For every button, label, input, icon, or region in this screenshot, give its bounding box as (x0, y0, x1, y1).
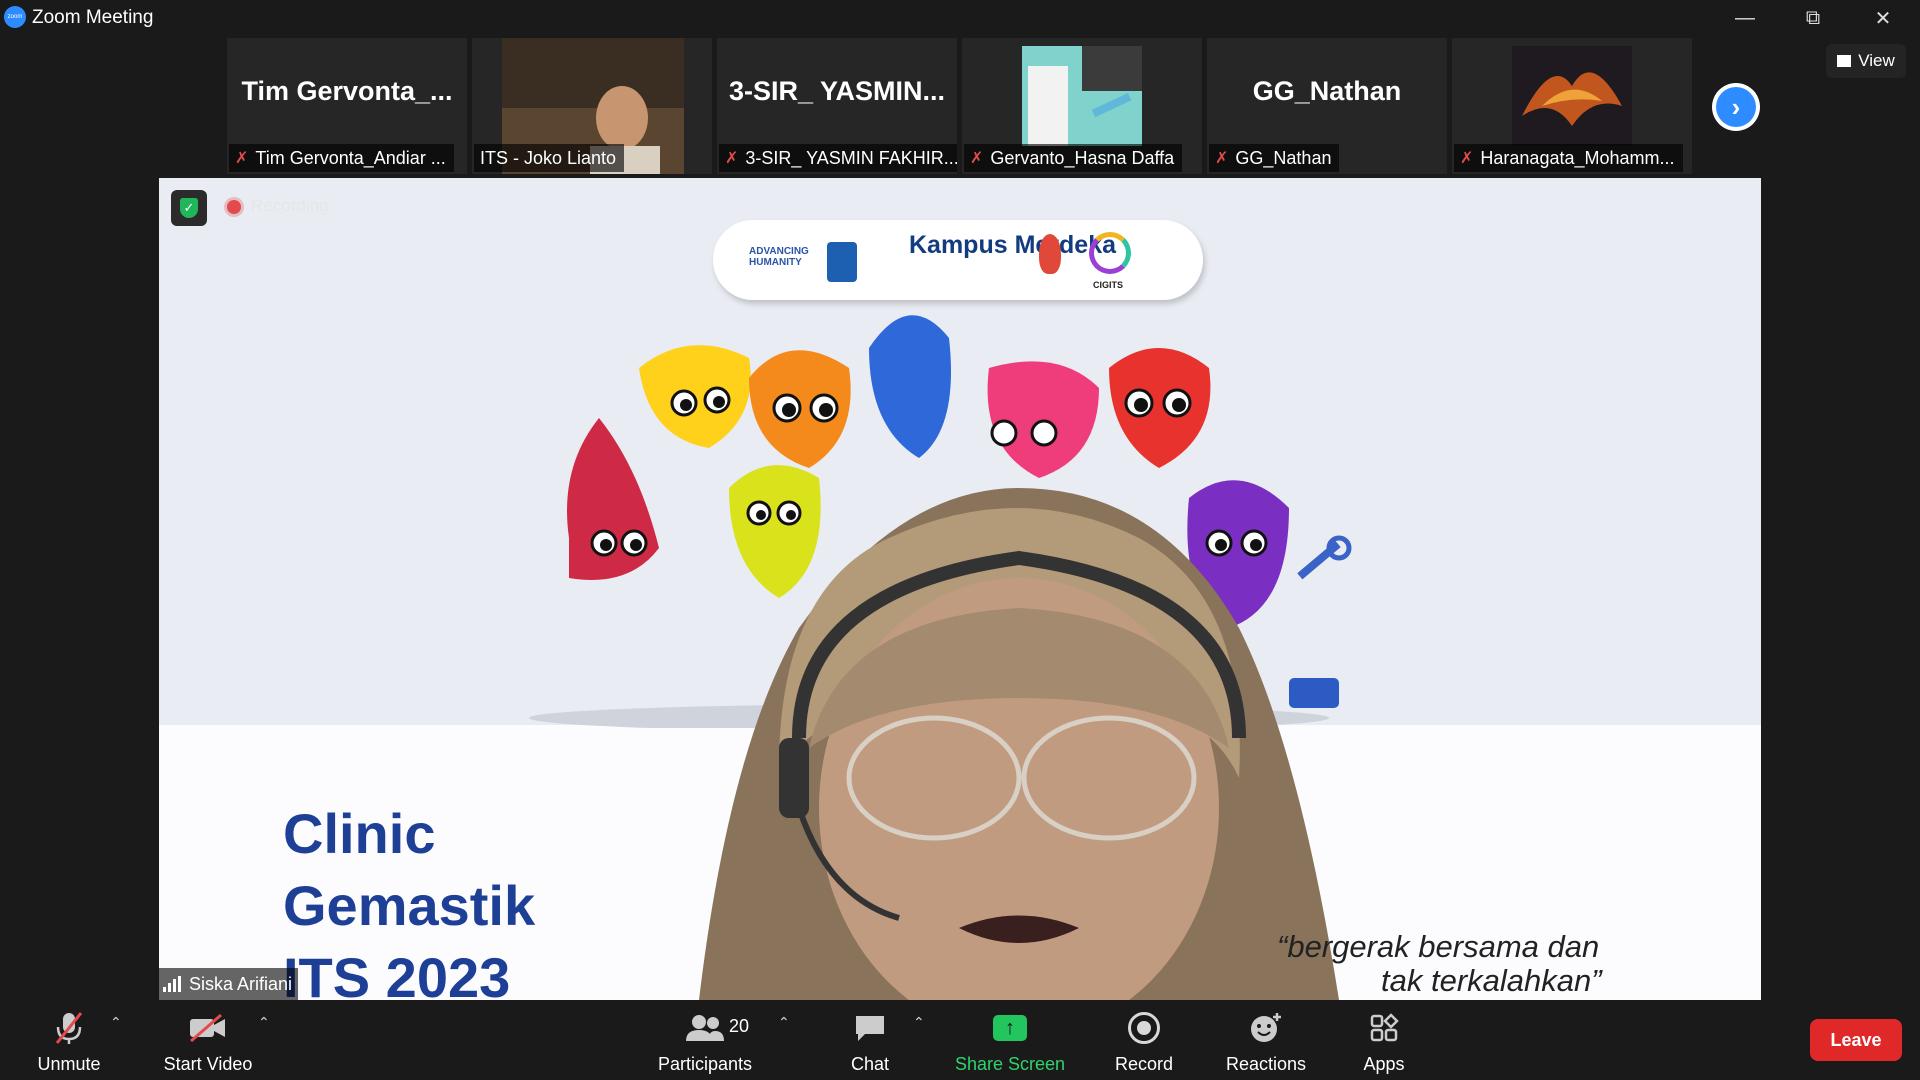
participant-name-label: ✗ Haranagata_Mohamm... (1454, 144, 1683, 172)
quote-line: tak terkalahkan” (1381, 963, 1602, 998)
participant-display-name: Tim Gervonta_... (241, 76, 453, 106)
signal-strength-icon (163, 976, 181, 992)
share-screen-label: Share Screen (954, 1054, 1066, 1074)
slide-title-line: ITS 2023 (283, 946, 511, 1000)
close-button[interactable]: ✕ (1848, 0, 1918, 36)
slide-title-line: Gemastik (283, 874, 536, 937)
participant-name-label: ITS - Joko Lianto (474, 144, 625, 172)
participant-name: 3-SIR_ YASMIN FAKHIR... (745, 147, 957, 168)
cigits-logo-icon (1089, 232, 1131, 274)
mic-muted-icon: ✗ (725, 150, 739, 167)
slide-title-line: Clinic (283, 802, 436, 865)
apps-icon (1369, 1008, 1399, 1048)
chat-icon (853, 1008, 887, 1048)
participant-display-name: GG_Nathan (1252, 76, 1402, 106)
participant-name: GG_Nathan (1235, 147, 1332, 168)
its-logo-icon (827, 242, 857, 282)
participant-name-label: ✗ 3-SIR_ YASMIN FAKHIR... (719, 144, 957, 172)
view-label: View (1858, 51, 1895, 70)
chat-label: Chat (850, 1054, 890, 1074)
sponsor-logos: ADVANCING HUMANITY Kampus Merdeka CIGITS (713, 220, 1203, 300)
mic-muted-icon: ✗ (1215, 150, 1229, 167)
slide-quote: “bergerak bersama dan tak terkalahkan” (1277, 930, 1602, 998)
chat-button[interactable]: Chat (840, 1008, 900, 1075)
title-bar: zoom Zoom Meeting — ⧉ ✕ (0, 0, 1920, 36)
mic-muted-icon: ✗ (1460, 150, 1474, 167)
active-speaker-label: Siska Arifiani (159, 968, 299, 1000)
unmute-button[interactable]: Unmute (28, 1008, 110, 1075)
security-shield-icon[interactable]: ✓ (171, 190, 207, 226)
speaker-video (699, 488, 1339, 1000)
record-icon (1128, 1008, 1160, 1048)
chat-options-caret-icon[interactable]: ⌃ (913, 1014, 925, 1031)
mic-muted-icon: ✗ (970, 150, 984, 167)
record-button[interactable]: Record (1108, 1008, 1180, 1075)
participant-name: ITS - Joko Lianto (480, 147, 617, 168)
participants-label: Participants (657, 1054, 753, 1074)
window-title: Zoom Meeting (32, 7, 154, 28)
participant-name: Gervanto_Hasna Daffa (990, 147, 1175, 168)
start-video-button[interactable]: Start Video (158, 1008, 258, 1075)
leave-button[interactable]: Leave (1810, 1019, 1902, 1061)
participant-name: Haranagata_Mohamm... (1480, 147, 1675, 168)
share-screen-icon: ↑ (993, 1008, 1027, 1048)
participants-icon (685, 1008, 725, 1048)
recording-indicator-icon (227, 200, 241, 214)
view-button[interactable]: View (1826, 44, 1906, 78)
meeting-toolbar: Unmute ⌃ Start Video ⌃ Participants 20 ⌃… (0, 1000, 1920, 1080)
apps-label: Apps (1363, 1054, 1405, 1074)
participant-avatar-image (1022, 46, 1142, 146)
participants-options-caret-icon[interactable]: ⌃ (778, 1014, 790, 1031)
kampus-merdeka-logo: Kampus Merdeka (909, 231, 1117, 259)
participant-display-name: 3-SIR_ YASMIN... (728, 76, 946, 106)
participants-count: 20 (729, 1016, 750, 1036)
unmute-label: Unmute (37, 1054, 101, 1074)
record-label: Record (1114, 1054, 1174, 1074)
participant-tile[interactable]: Tim Gervonta_... ✗ Tim Gervonta_Andiar .… (227, 38, 467, 174)
mic-muted-icon: ✗ (235, 150, 249, 167)
reactions-icon (1249, 1008, 1283, 1048)
chevron-right-icon: › (1716, 87, 1756, 127)
quote-line: “bergerak bersama dan (1277, 929, 1600, 964)
shared-content-view: ✓ Recording ADVANCING HUMANITY Kampus Me… (159, 178, 1761, 1000)
share-screen-button[interactable]: ↑ Share Screen (952, 1008, 1068, 1075)
participant-avatar-image (1512, 46, 1632, 146)
zoom-logo-icon: zoom (4, 6, 26, 28)
mic-muted-icon (54, 1008, 84, 1048)
participant-tile[interactable]: ITS - Joko Lianto (472, 38, 712, 174)
participant-name: Tim Gervonta_Andiar ... (255, 147, 446, 168)
audio-options-caret-icon[interactable]: ⌃ (110, 1014, 122, 1031)
start-video-label: Start Video (163, 1054, 253, 1074)
video-off-icon (188, 1008, 228, 1048)
reactions-label: Reactions (1225, 1054, 1307, 1074)
participant-tile[interactable]: GG_Nathan ✗ GG_Nathan (1207, 38, 1447, 174)
video-options-caret-icon[interactable]: ⌃ (258, 1014, 270, 1031)
slide-title: Clinic Gemastik ITS 2023 (283, 798, 535, 1000)
advancing-humanity-logo: ADVANCING HUMANITY (749, 246, 809, 268)
flame-logo-icon (1039, 234, 1061, 274)
next-page-button[interactable]: › (1712, 83, 1760, 131)
participant-name-label: ✗ GG_Nathan (1209, 144, 1340, 172)
grid-icon (1837, 55, 1852, 67)
cigits-label: CIGITS (1093, 280, 1124, 290)
recording-label: Recording (251, 196, 329, 215)
reactions-button[interactable]: Reactions (1220, 1008, 1312, 1075)
participant-tile[interactable]: ✗ Gervanto_Hasna Daffa (962, 38, 1202, 174)
apps-button[interactable]: Apps (1356, 1008, 1412, 1075)
participant-tile[interactable]: 3-SIR_ YASMIN... ✗ 3-SIR_ YASMIN FAKHIR.… (717, 38, 957, 174)
participant-name-label: ✗ Gervanto_Hasna Daffa (964, 144, 1183, 172)
participant-tile[interactable]: ✗ Haranagata_Mohamm... (1452, 38, 1692, 174)
minimize-button[interactable]: — (1710, 0, 1780, 36)
restore-button[interactable]: ⧉ (1778, 0, 1848, 36)
participant-name-label: ✗ Tim Gervonta_Andiar ... (229, 144, 454, 172)
active-speaker-name: Siska Arifiani (189, 973, 293, 994)
